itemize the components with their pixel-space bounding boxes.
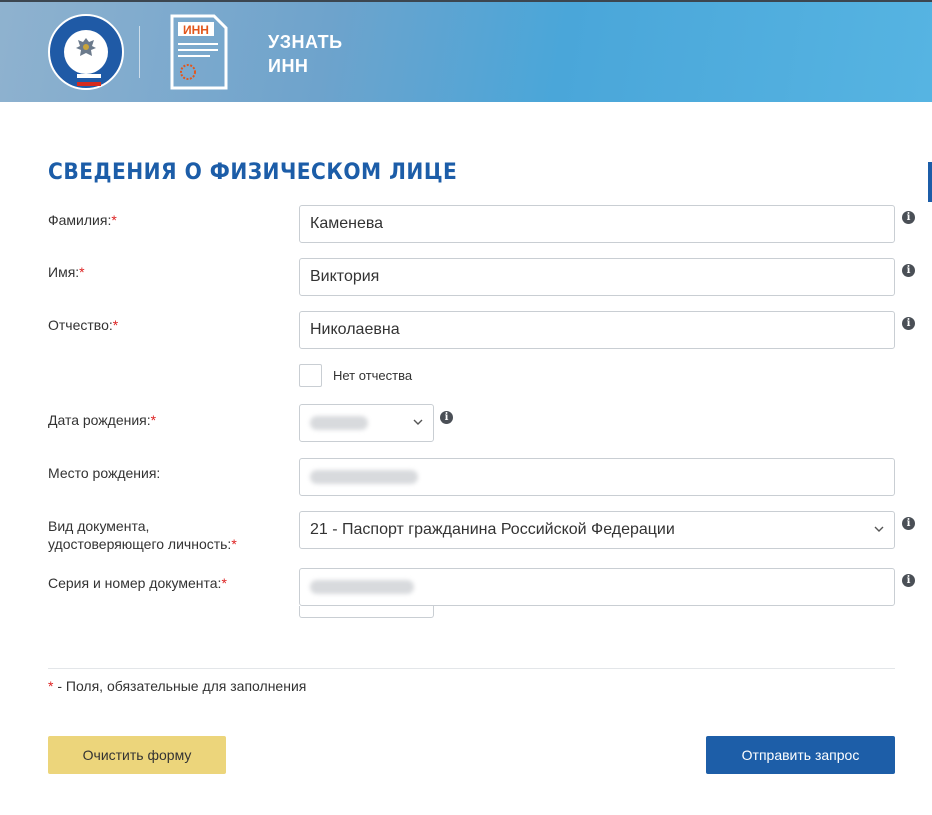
doc-type-value: 21 - Паспорт гражданина Российской Федер… bbox=[310, 521, 675, 538]
header-title[interactable]: УЗНАТЬ ИНН bbox=[268, 30, 343, 78]
info-icon[interactable]: i bbox=[902, 317, 915, 330]
info-icon[interactable]: i bbox=[902, 211, 915, 224]
patronymic-label-text: Отчество: bbox=[48, 317, 113, 333]
birth-date-label-text: Дата рождения: bbox=[48, 412, 151, 428]
required-mark: * bbox=[112, 317, 119, 333]
redacted-value bbox=[310, 469, 418, 484]
info-icon[interactable]: i bbox=[902, 574, 915, 587]
doc-type-label: Вид документа, удостоверяющего личность:… bbox=[48, 517, 237, 553]
doc-type-select[interactable]: 21 - Паспорт гражданина Российской Федер… bbox=[299, 511, 895, 549]
chevron-down-icon bbox=[874, 526, 884, 532]
header-divider bbox=[139, 26, 140, 78]
header-title-line2: ИНН bbox=[268, 56, 309, 76]
redacted-value bbox=[310, 579, 414, 594]
birth-date-label: Дата рождения:* bbox=[48, 411, 156, 429]
doc-type-label-line2: удостоверяющего личность: bbox=[48, 536, 232, 552]
patronymic-label: Отчество:* bbox=[48, 316, 118, 334]
info-icon[interactable]: i bbox=[902, 517, 915, 530]
name-input[interactable]: Виктория bbox=[299, 258, 895, 296]
scrollbar-thumb[interactable] bbox=[928, 162, 932, 202]
info-icon[interactable]: i bbox=[440, 411, 453, 424]
birth-place-input[interactable] bbox=[299, 458, 895, 496]
info-icon[interactable]: i bbox=[902, 264, 915, 277]
doc-number-label: Серия и номер документа:* bbox=[48, 574, 227, 592]
required-note-text: - Поля, обязательные для заполнения bbox=[53, 678, 307, 694]
surname-input[interactable]: Каменева bbox=[299, 205, 895, 243]
doc-number-label-text: Серия и номер документа: bbox=[48, 575, 222, 591]
chevron-down-icon bbox=[413, 419, 423, 425]
svg-text:ИНН: ИНН bbox=[183, 23, 209, 37]
form-separator bbox=[48, 668, 895, 669]
required-fields-note: * - Поля, обязательные для заполнения bbox=[48, 678, 306, 694]
surname-value: Каменева bbox=[310, 215, 384, 232]
no-patronymic-checkbox[interactable] bbox=[299, 364, 322, 387]
russian-flag-icon bbox=[77, 74, 101, 86]
doc-number-input[interactable] bbox=[299, 568, 895, 606]
clear-form-button[interactable]: Очистить форму bbox=[48, 736, 226, 774]
name-label-text: Имя: bbox=[48, 264, 80, 280]
name-value: Виктория bbox=[310, 268, 380, 285]
inn-document-icon[interactable]: ИНН bbox=[170, 14, 228, 90]
page-title: СВЕДЕНИЯ О ФИЗИЧЕСКОМ ЛИЦЕ bbox=[48, 160, 458, 185]
send-request-button[interactable]: Отправить запрос bbox=[706, 736, 895, 774]
header-title-line1: УЗНАТЬ bbox=[268, 32, 343, 52]
doc-type-label-line2-wrap: удостоверяющего личность:* bbox=[48, 535, 237, 553]
required-mark: * bbox=[150, 412, 157, 428]
no-patronymic-label[interactable]: Нет отчества bbox=[333, 368, 412, 383]
required-mark: * bbox=[111, 212, 117, 228]
required-mark: * bbox=[231, 536, 237, 552]
required-mark: * bbox=[221, 575, 227, 591]
patronymic-value: Николаевна bbox=[310, 321, 400, 338]
doc-type-label-line1: Вид документа, bbox=[48, 518, 150, 534]
fns-emblem-logo[interactable] bbox=[48, 14, 124, 90]
required-mark: * bbox=[79, 264, 85, 280]
header-top-border bbox=[0, 0, 932, 2]
eagle-icon bbox=[76, 38, 96, 56]
surname-label-text: Фамилия: bbox=[48, 212, 112, 228]
surname-label: Фамилия:* bbox=[48, 211, 117, 229]
dropdown-remnant bbox=[299, 606, 434, 618]
redacted-value bbox=[310, 415, 368, 430]
patronymic-input[interactable]: Николаевна bbox=[299, 311, 895, 349]
birth-date-picker[interactable] bbox=[299, 404, 434, 442]
site-header: ИНН УЗНАТЬ ИНН bbox=[0, 0, 932, 102]
birth-place-label: Место рождения: bbox=[48, 465, 161, 481]
name-label: Имя:* bbox=[48, 263, 85, 281]
